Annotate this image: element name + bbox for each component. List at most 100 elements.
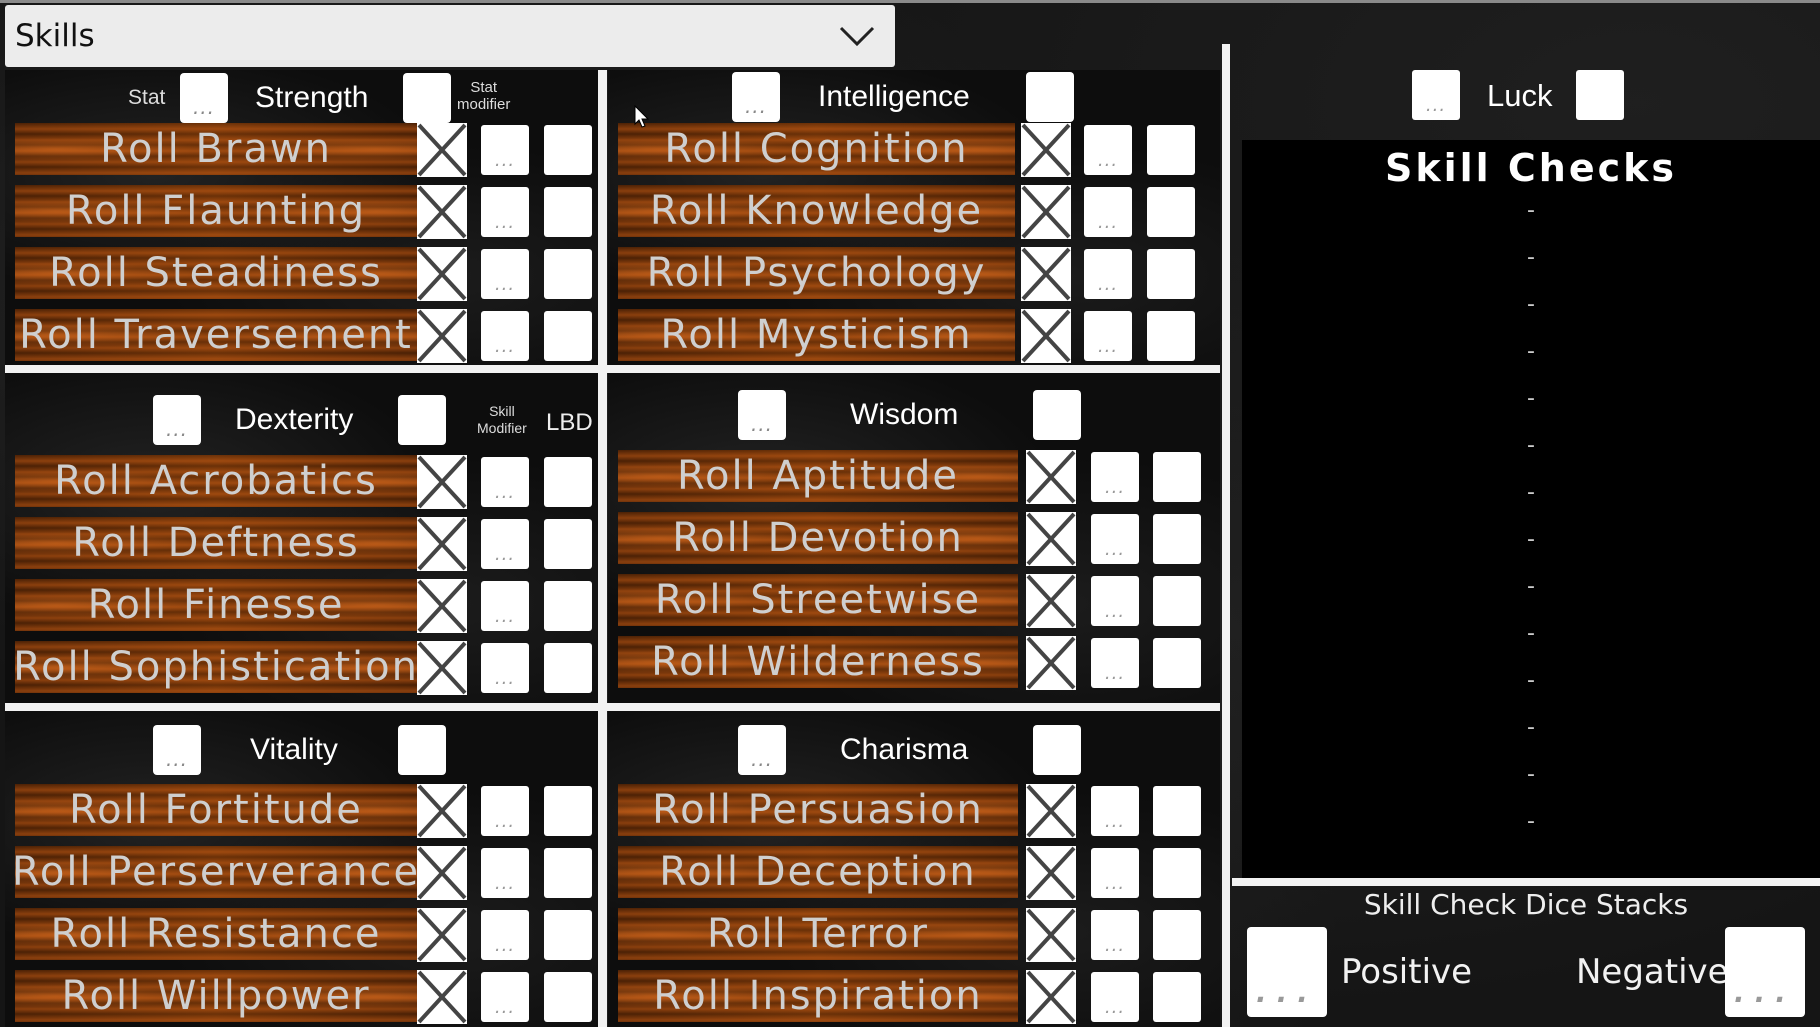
skill-modifier-input[interactable]: ... bbox=[481, 187, 529, 237]
roll-skill-button[interactable]: Roll Aptitude bbox=[618, 450, 1018, 502]
skill-proficiency-checkbox[interactable] bbox=[1021, 185, 1071, 239]
positive-dice-stack[interactable]: ... bbox=[1247, 927, 1327, 1017]
skill-modifier-input[interactable]: ... bbox=[1091, 452, 1139, 502]
vitality-stat-input[interactable]: ... bbox=[153, 725, 201, 775]
lbd-input[interactable] bbox=[544, 457, 592, 507]
skill-modifier-input[interactable]: ... bbox=[1091, 910, 1139, 960]
lbd-input[interactable] bbox=[544, 519, 592, 569]
strength-stat-input[interactable]: ... bbox=[180, 73, 228, 123]
skill-proficiency-checkbox[interactable] bbox=[417, 641, 467, 695]
dexterity-stat-input[interactable]: ... bbox=[153, 395, 201, 445]
skill-modifier-input[interactable]: ... bbox=[481, 125, 529, 175]
roll-skill-button[interactable]: Roll Willpower bbox=[15, 970, 417, 1022]
roll-skill-button[interactable]: Roll Acrobatics bbox=[15, 455, 417, 507]
roll-skill-button[interactable]: Roll Streetwise bbox=[618, 574, 1018, 626]
lbd-input[interactable] bbox=[544, 786, 592, 836]
roll-skill-button[interactable]: Roll Devotion bbox=[618, 512, 1018, 564]
strength-stat-modifier-input[interactable] bbox=[403, 73, 451, 123]
skill-modifier-input[interactable]: ... bbox=[1084, 187, 1132, 237]
lbd-input[interactable] bbox=[1147, 311, 1195, 361]
roll-skill-button[interactable]: Roll Finesse bbox=[15, 579, 417, 631]
wisdom-stat-modifier-input[interactable] bbox=[1033, 390, 1081, 440]
lbd-input[interactable] bbox=[544, 311, 592, 361]
skill-modifier-input[interactable]: ... bbox=[1091, 786, 1139, 836]
skill-modifier-input[interactable]: ... bbox=[1091, 514, 1139, 564]
lbd-input[interactable] bbox=[544, 643, 592, 693]
lbd-input[interactable] bbox=[1153, 514, 1201, 564]
skill-proficiency-checkbox[interactable] bbox=[417, 517, 467, 571]
lbd-input[interactable] bbox=[1153, 452, 1201, 502]
lbd-input[interactable] bbox=[1147, 249, 1195, 299]
skill-proficiency-checkbox[interactable] bbox=[1026, 450, 1076, 504]
skill-proficiency-checkbox[interactable] bbox=[1026, 908, 1076, 962]
skill-proficiency-checkbox[interactable] bbox=[1026, 636, 1076, 690]
roll-skill-button[interactable]: Roll Brawn bbox=[15, 123, 417, 175]
intelligence-stat-input[interactable]: ... bbox=[732, 72, 780, 122]
skill-proficiency-checkbox[interactable] bbox=[417, 784, 467, 838]
lbd-input[interactable] bbox=[544, 249, 592, 299]
skill-modifier-input[interactable]: ... bbox=[481, 643, 529, 693]
skill-modifier-input[interactable]: ... bbox=[481, 910, 529, 960]
skill-proficiency-checkbox[interactable] bbox=[1026, 784, 1076, 838]
lbd-input[interactable] bbox=[544, 848, 592, 898]
skill-proficiency-checkbox[interactable] bbox=[417, 455, 467, 509]
skill-proficiency-checkbox[interactable] bbox=[417, 309, 467, 363]
roll-skill-button[interactable]: Roll Terror bbox=[618, 908, 1018, 960]
negative-dice-stack[interactable]: ... bbox=[1725, 927, 1805, 1017]
dexterity-stat-modifier-input[interactable] bbox=[398, 395, 446, 445]
lbd-input[interactable] bbox=[1153, 848, 1201, 898]
intelligence-stat-modifier-input[interactable] bbox=[1026, 72, 1074, 122]
luck-modifier-input[interactable] bbox=[1576, 70, 1624, 120]
roll-skill-button[interactable]: Roll Sophistication bbox=[15, 641, 417, 693]
skill-modifier-input[interactable]: ... bbox=[481, 311, 529, 361]
roll-skill-button[interactable]: Roll Deftness bbox=[15, 517, 417, 569]
roll-skill-button[interactable]: Roll Steadiness bbox=[15, 247, 417, 299]
roll-skill-button[interactable]: Roll Traversement bbox=[15, 309, 417, 361]
skill-proficiency-checkbox[interactable] bbox=[1021, 309, 1071, 363]
roll-skill-button[interactable]: Roll Mysticism bbox=[618, 309, 1015, 361]
lbd-input[interactable] bbox=[544, 972, 592, 1022]
charisma-stat-modifier-input[interactable] bbox=[1033, 725, 1081, 775]
roll-skill-button[interactable]: Roll Wilderness bbox=[618, 636, 1018, 688]
roll-skill-button[interactable]: Roll Knowledge bbox=[618, 185, 1015, 237]
skill-proficiency-checkbox[interactable] bbox=[417, 846, 467, 900]
roll-skill-button[interactable]: Roll Inspiration bbox=[618, 970, 1018, 1022]
skill-proficiency-checkbox[interactable] bbox=[417, 123, 467, 177]
lbd-input[interactable] bbox=[544, 910, 592, 960]
skill-modifier-input[interactable]: ... bbox=[481, 581, 529, 631]
skill-proficiency-checkbox[interactable] bbox=[417, 247, 467, 301]
lbd-input[interactable] bbox=[1147, 125, 1195, 175]
roll-skill-button[interactable]: Roll Resistance bbox=[15, 908, 417, 960]
lbd-input[interactable] bbox=[544, 125, 592, 175]
luck-stat-input[interactable]: ... bbox=[1412, 70, 1460, 120]
skill-modifier-input[interactable]: ... bbox=[1091, 576, 1139, 626]
skill-proficiency-checkbox[interactable] bbox=[1026, 512, 1076, 566]
roll-skill-button[interactable]: Roll Fortitude bbox=[15, 784, 417, 836]
roll-skill-button[interactable]: Roll Psychology bbox=[618, 247, 1015, 299]
section-dropdown[interactable]: Skills bbox=[5, 5, 895, 67]
skill-modifier-input[interactable]: ... bbox=[481, 519, 529, 569]
vitality-stat-modifier-input[interactable] bbox=[398, 725, 446, 775]
skill-modifier-input[interactable]: ... bbox=[1084, 311, 1132, 361]
skill-modifier-input[interactable]: ... bbox=[481, 848, 529, 898]
skill-proficiency-checkbox[interactable] bbox=[1026, 970, 1076, 1024]
roll-skill-button[interactable]: Roll Perserverance bbox=[15, 846, 417, 898]
skill-proficiency-checkbox[interactable] bbox=[417, 579, 467, 633]
skill-modifier-input[interactable]: ... bbox=[481, 249, 529, 299]
skill-modifier-input[interactable]: ... bbox=[481, 786, 529, 836]
skill-modifier-input[interactable]: ... bbox=[1091, 848, 1139, 898]
skill-proficiency-checkbox[interactable] bbox=[1021, 247, 1071, 301]
lbd-input[interactable] bbox=[1153, 972, 1201, 1022]
skill-modifier-input[interactable]: ... bbox=[1091, 972, 1139, 1022]
skill-proficiency-checkbox[interactable] bbox=[417, 970, 467, 1024]
skill-proficiency-checkbox[interactable] bbox=[1026, 574, 1076, 628]
lbd-input[interactable] bbox=[1153, 638, 1201, 688]
lbd-input[interactable] bbox=[1147, 187, 1195, 237]
skill-proficiency-checkbox[interactable] bbox=[1021, 123, 1071, 177]
skill-proficiency-checkbox[interactable] bbox=[1026, 846, 1076, 900]
skill-modifier-input[interactable]: ... bbox=[481, 457, 529, 507]
lbd-input[interactable] bbox=[544, 581, 592, 631]
roll-skill-button[interactable]: Roll Flaunting bbox=[15, 185, 417, 237]
lbd-input[interactable] bbox=[1153, 910, 1201, 960]
skill-proficiency-checkbox[interactable] bbox=[417, 908, 467, 962]
